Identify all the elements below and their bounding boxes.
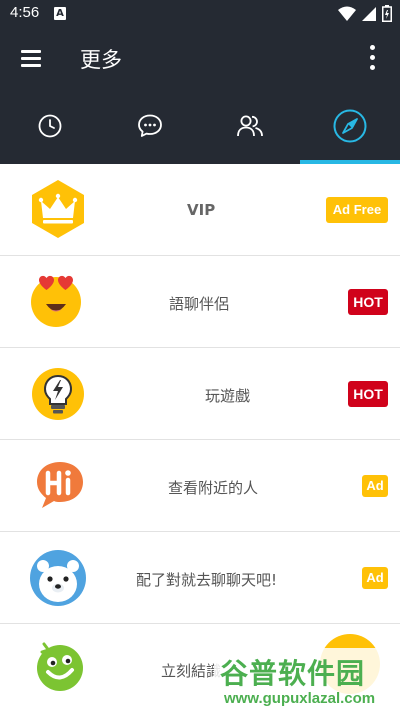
list-item-label: 玩遊戲 <box>205 387 251 405</box>
lightbulb-icon <box>32 368 84 420</box>
more-vert-icon[interactable] <box>366 44 378 72</box>
feature-list: VIP Ad Free 語聊伴侶 HOT 玩遊戲 HOT 查看附近的人 Ad 配… <box>0 164 400 712</box>
tab-discover[interactable] <box>300 88 400 164</box>
app-toolbar: 更多 <box>0 28 400 88</box>
tab-bar <box>0 88 400 164</box>
status-icons <box>338 5 392 22</box>
heart-eyes-emoji-icon <box>31 275 81 327</box>
green-smiley-icon <box>37 642 83 691</box>
list-item-play-games[interactable]: 玩遊戲 HOT <box>0 348 400 440</box>
chat-bubble-icon <box>138 114 162 137</box>
notification-icon: A <box>54 7 66 20</box>
ad-free-badge: Ad Free <box>326 197 388 223</box>
list-item-matched-chat[interactable]: 配了對就去聊聊天吧! Ad <box>0 532 400 624</box>
list-item-vip[interactable]: VIP Ad Free <box>0 164 400 256</box>
crown-icon <box>32 180 84 238</box>
battery-icon <box>382 5 392 22</box>
list-item-label: 配了對就去聊聊天吧! <box>136 571 278 589</box>
tab-recent[interactable] <box>0 88 100 164</box>
list-item-nearby-people[interactable]: 查看附近的人 Ad <box>0 440 400 532</box>
tab-contacts[interactable] <box>200 88 300 164</box>
polar-bear-icon <box>30 550 86 606</box>
site-watermark: 谷普软件园 www.gupuxlazal.com <box>214 648 400 712</box>
hamburger-icon[interactable] <box>20 46 44 70</box>
list-item-label: 查看附近的人 <box>168 479 259 497</box>
watermark-title: 谷普软件园 <box>220 657 366 690</box>
list-item-voice-companion[interactable]: 語聊伴侶 HOT <box>0 256 400 348</box>
hot-badge: HOT <box>348 381 388 407</box>
hot-badge: HOT <box>348 289 388 315</box>
ad-badge: Ad <box>362 475 388 497</box>
clock-icon <box>38 114 62 138</box>
people-icon <box>237 115 263 137</box>
status-bar: 4:56 A <box>0 0 400 28</box>
watermark-url: www.gupuxlazal.com <box>224 690 376 707</box>
wifi-icon <box>338 6 356 21</box>
page-title: 更多 <box>80 48 122 72</box>
tab-chats[interactable] <box>100 88 200 164</box>
list-item-label: 語聊伴侶 <box>169 295 230 313</box>
hi-bubble-icon <box>37 462 83 508</box>
list-item-label: VIP <box>187 201 216 219</box>
ad-badge: Ad <box>362 567 388 589</box>
list-item-label: 立刻結識 <box>161 662 222 680</box>
compass-icon <box>333 109 367 143</box>
status-time: 4:56 <box>10 4 40 21</box>
signal-icon <box>362 6 376 21</box>
